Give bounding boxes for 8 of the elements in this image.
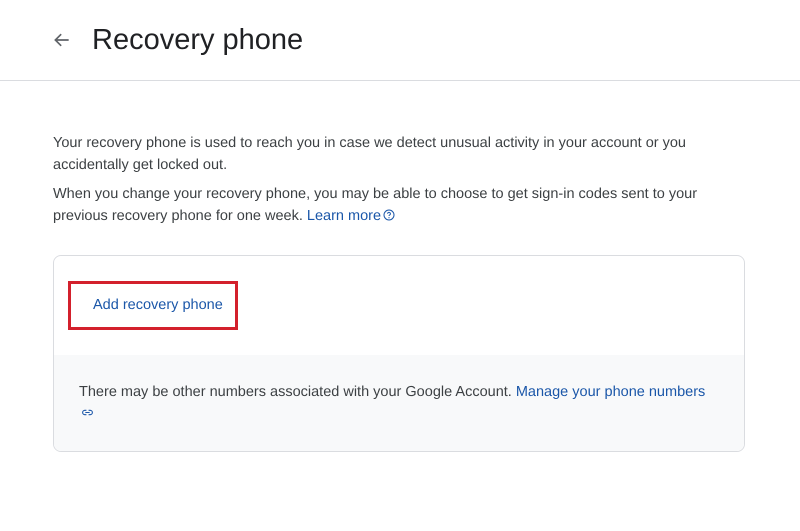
- help-icon[interactable]: [383, 209, 396, 221]
- page-title: Recovery phone: [92, 24, 304, 56]
- learn-more-link[interactable]: Learn more: [306, 208, 382, 224]
- manage-numbers-link[interactable]: Manage your phone numbers: [516, 384, 706, 400]
- description-text: Your recovery phone is used to reach you in case we detect unusual activity in your account or you accidentally get locked out.: [53, 134, 687, 175]
- description-text: When you change your recovery phone, you may be able to choose to get sign-in codes sent to your previous recovery phone for one week. Learn more: [53, 185, 698, 226]
- note-text: There may be other numbers associated with your Google Account. Manage your phone numbers: [79, 381, 719, 425]
- add-recovery-phone-button[interactable]: Add recovery phone: [68, 281, 238, 330]
